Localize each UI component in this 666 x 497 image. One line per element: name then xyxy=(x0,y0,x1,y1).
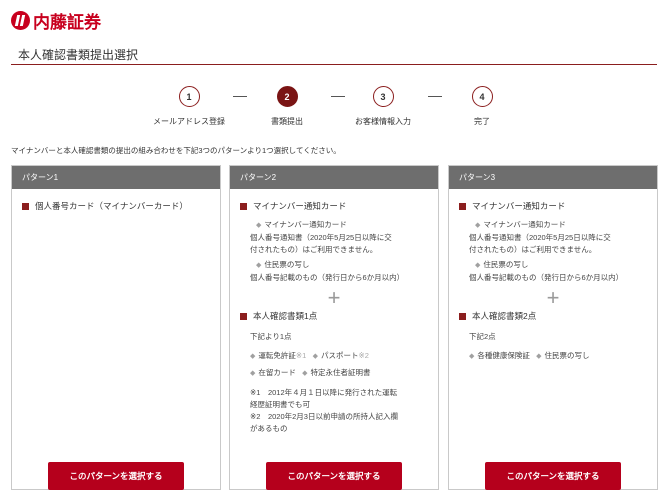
diamond-bullet-icon: ◆ xyxy=(469,353,475,360)
document-title: 本人確認書類1点 xyxy=(240,310,428,322)
document-title-label: 本人確認書類2点 xyxy=(472,311,537,321)
footnote-1-cont: 経歴証明書でも可 xyxy=(250,400,310,409)
title-divider xyxy=(11,64,657,65)
step-label: 完了 xyxy=(474,117,490,126)
diamond-bullet-icon: ◆ xyxy=(312,353,319,360)
item-passport: パスポート xyxy=(321,351,359,360)
notice-restriction-cont: 付されたもの）はご利用できません。 xyxy=(469,245,597,254)
choose-instruction: 下記2点 xyxy=(469,332,496,341)
choose-instruction: 下記より1点 xyxy=(250,332,292,341)
step-label: メールアドレス登録 xyxy=(153,117,225,126)
bullet-square-icon xyxy=(459,312,466,320)
step-number: 4 xyxy=(471,86,493,107)
document-title: 本人確認書類2点 xyxy=(459,310,647,322)
select-pattern-3-button[interactable]: このパターンを選択する xyxy=(485,462,621,490)
footnote-2-cont: があるもの xyxy=(250,424,288,433)
brand-logo[interactable]: 内藤証券 xyxy=(11,9,101,32)
diamond-bullet-icon: ◆ xyxy=(256,262,262,269)
select-pattern-2-button[interactable]: このパターンを選択する xyxy=(266,462,402,490)
step-number: 1 xyxy=(178,86,200,107)
bullet-square-icon xyxy=(459,202,466,210)
bullet-square-icon xyxy=(22,202,29,210)
document-title-label: マイナンバー通知カード xyxy=(472,201,566,211)
resident-card-heading: 住民票の写し xyxy=(264,260,310,269)
diamond-bullet-icon: ◆ xyxy=(475,222,481,229)
footnote-1: ※1 2012年４月１日以降に発行された運転 xyxy=(250,388,398,397)
logo-text: 内藤証券 xyxy=(33,12,101,32)
notice-restriction-cont: 付されたもの）はご利用できません。 xyxy=(250,245,378,254)
bullet-square-icon xyxy=(240,202,247,210)
pattern-heading: パターン1 xyxy=(12,166,220,189)
step-1: 1 メールアドレス登録 xyxy=(144,86,234,127)
notice-restriction: 個人番号通知書（2020年5月25日以降に交 xyxy=(469,233,611,242)
diamond-bullet-icon: ◆ xyxy=(302,370,308,377)
diamond-bullet-icon: ◆ xyxy=(250,370,256,377)
notice-card-heading: マイナンバー通知カード xyxy=(264,220,347,229)
pattern-heading: パターン3 xyxy=(449,166,657,189)
footnote-2: ※2 2020年2月3日以前申請の所持人記入欄 xyxy=(250,412,398,421)
item-insurance: 各種健康保険証 xyxy=(477,351,530,360)
step-number: 2 xyxy=(276,86,298,107)
logo-mark-icon xyxy=(11,10,30,30)
diamond-bullet-icon: ◆ xyxy=(256,222,262,229)
diamond-bullet-icon: ◆ xyxy=(475,262,481,269)
document-title-label: 本人確認書類1点 xyxy=(253,311,318,321)
pattern-2-card: パターン2 マイナンバー通知カード ◆ マイナンバー通知カード 個人番号通知書（2… xyxy=(229,165,439,490)
step-label: お客様情報入力 xyxy=(355,117,411,126)
select-pattern-1-button[interactable]: このパターンを選択する xyxy=(48,462,184,490)
diamond-bullet-icon: ◆ xyxy=(536,353,542,360)
document-title: 個人番号カード（マイナンバーカード） xyxy=(22,200,210,212)
progress-steps: 1 メールアドレス登録 2 書類提出 3 お客様情報入力 4 完了 xyxy=(0,86,666,126)
document-title: マイナンバー通知カード xyxy=(240,200,428,212)
document-title-label: 個人番号カード（マイナンバーカード） xyxy=(35,201,188,211)
document-title: マイナンバー通知カード xyxy=(459,200,647,212)
plus-icon: + xyxy=(327,285,341,310)
notice-restriction: 個人番号通知書（2020年5月25日以降に交 xyxy=(250,233,392,242)
pattern-1-card: パターン1 個人番号カード（マイナンバーカード） このパターンを選択する xyxy=(11,165,221,490)
bullet-square-icon xyxy=(240,312,247,320)
step-3: 3 お客様情報入力 xyxy=(338,86,428,127)
note-mark: ※1 xyxy=(295,351,307,360)
item-resident: 住民票の写し xyxy=(544,351,590,360)
step-2: 2 書類提出 xyxy=(242,86,332,127)
plus-icon: + xyxy=(546,285,560,310)
step-label: 書類提出 xyxy=(271,117,303,126)
resident-detail: 個人番号記載のもの（発行日から6か月以内） xyxy=(469,273,624,282)
pattern-3-card: パターン3 マイナンバー通知カード ◆ マイナンバー通知カード 個人番号通知書（2… xyxy=(448,165,658,490)
instructions-text: マイナンバーと本人確認書類の提出の組み合わせを下記3つのパターンより1つ選択して… xyxy=(11,146,341,155)
pattern-heading: パターン2 xyxy=(230,166,438,189)
resident-detail: 個人番号記載のもの（発行日から6か月以内） xyxy=(250,273,405,282)
step-number: 3 xyxy=(372,86,394,107)
step-4: 4 完了 xyxy=(437,86,527,127)
note-mark: ※2 xyxy=(358,351,369,360)
document-title-label: マイナンバー通知カード xyxy=(253,201,347,211)
diamond-bullet-icon: ◆ xyxy=(250,353,256,360)
notice-card-heading: マイナンバー通知カード xyxy=(483,220,566,229)
resident-card-heading: 住民票の写し xyxy=(483,260,529,269)
item-residence: 在留カード xyxy=(258,368,296,377)
page-title: 本人確認書類提出選択 xyxy=(18,48,139,62)
item-permanent: 特定永住者証明書 xyxy=(310,368,371,377)
item-license: 運転免許証 xyxy=(258,351,296,360)
